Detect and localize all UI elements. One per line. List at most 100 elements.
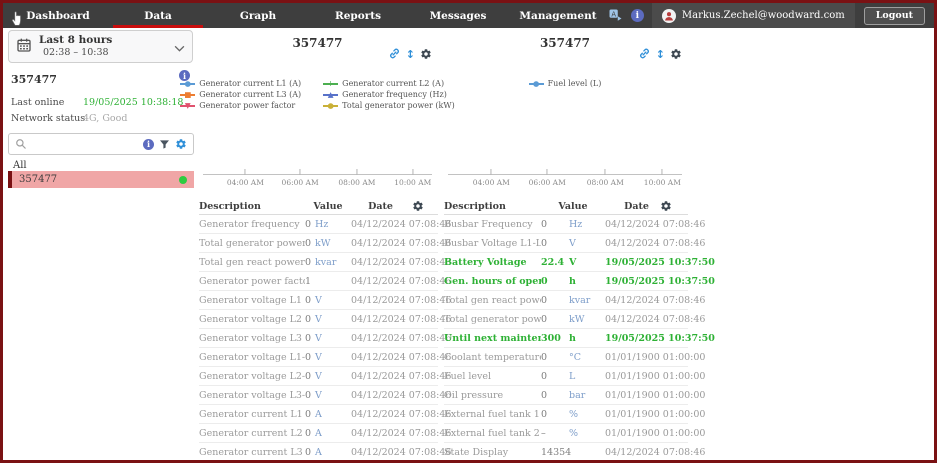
legend-item[interactable]: ● Total generator power (kW) [323,100,455,111]
date-range-picker[interactable]: Last 8 hours 02:38 – 10:38 [8,30,193,63]
legend-marker-icon: ▼ [180,101,195,110]
table-row: External fuel tank 1 0 % 01/01/1900 01:0… [444,405,688,424]
link-icon[interactable] [638,45,651,64]
chart-panel-2: 357477 ↕ ● Fuel level (L) [442,30,688,460]
svg-text:A: A [611,10,616,18]
nav-tab[interactable]: Data [108,3,208,28]
table-row: Generator power factor 1 04/12/2024 07:0… [199,272,438,291]
nav-tab[interactable]: Messages [408,3,508,28]
x-axis-tick: 08:00 AM [587,169,624,187]
last-online-value: 19/05/2025 10:38:18 [83,97,183,108]
legend-item[interactable]: + Generator current L2 (A) [323,78,455,89]
table-body: Generator frequency 0Hz 04/12/2024 07:08… [199,215,438,462]
table-row: Generator voltage L2 – L3 0V 04/12/2024 … [199,310,438,329]
table-row: Gen. hours of operation 0 h 19/05/2025 1… [444,272,688,291]
nav-tab-label: Graph [240,10,276,22]
table-row: Generator voltage L3-N 0V 04/12/2024 07:… [199,386,438,405]
legend-marker-icon: + [323,79,338,88]
table-body: Busbar Frequency 0 Hz 04/12/2024 07:08:4… [444,215,688,462]
chart-gear-icon[interactable] [420,45,432,64]
table-row: External fuel tank 2 – % 01/01/1900 01:0… [444,424,688,443]
table-row: Oil pressure 0 bar 01/01/1900 01:00:00 [444,386,688,405]
expand-icon[interactable]: ↕ [406,49,415,60]
x-axis-tick: 06:00 AM [529,169,566,187]
range-title: Last 8 hours [39,34,167,47]
table-gear-icon[interactable] [412,200,424,215]
legend-item[interactable]: ■ Generator current L3 (A) [180,89,301,100]
search-gear-icon[interactable] [175,138,187,150]
nav-tab[interactable]: Graph [208,3,308,28]
table-row: Fuel level 0 L 01/01/1900 01:00:00 [444,367,688,386]
table-row: Total gen react power 0kvar 04/12/2024 0… [199,253,438,272]
legend-item[interactable]: ▲ Generator frequency (Hz) [323,89,455,100]
nav-tabs: Dashboard Data Graph Reports Messages [3,3,608,28]
legend-item[interactable]: ● Generator current L1 (A) [180,78,301,89]
online-status-dot [179,176,187,184]
x-axis-tick: 06:00 AM [282,169,319,187]
table-row: Generator voltage L2-N 0V 04/12/2024 07:… [199,367,438,386]
nav-right-cluster: A i Markus.Zechel@woodward.com Logout [608,3,934,28]
legend-item[interactable]: ● Fuel level (L) [529,78,602,89]
col-description: Description [199,201,305,212]
chart-legend: ● Generator current L1 (A) ■ Generator c… [197,78,438,111]
legend-label: Generator current L2 (A) [342,79,444,88]
legend-marker-icon: ● [180,79,195,88]
table-header: Description Value Date [444,198,688,215]
device-search: i [8,133,194,155]
network-status-value: 4G, Good [83,113,127,124]
nav-tab[interactable]: Management [508,3,608,28]
col-description: Description [444,201,541,212]
table-row: Busbar Frequency 0 Hz 04/12/2024 07:08:4… [444,215,688,234]
user-account[interactable]: Markus.Zechel@woodward.com [652,3,855,28]
chevron-down-icon [174,37,185,56]
table-row: Total generator power 0 kW 04/12/2024 07… [444,310,688,329]
nav-tab-label: Data [144,10,172,22]
data-table-1: Description Value Date Generator frequen… [199,198,438,462]
chart-legend: ● Fuel level (L) [442,78,688,111]
table-row: Generator voltage L3 – L1 0V 04/12/2024 … [199,329,438,348]
table-row: State Display 14354 04/12/2024 07:08:46 [444,443,688,462]
search-input[interactable] [32,139,138,150]
nav-tab[interactable]: Reports [308,3,408,28]
device-list: 357477 [8,171,194,188]
legend-marker-icon: ● [529,79,544,88]
table-header: Description Value Date [199,198,438,215]
device-list-item[interactable]: 357477 [8,171,194,188]
legend-label: Generator power factor [199,101,295,110]
logout-button[interactable]: Logout [864,7,925,25]
search-icon [15,135,27,154]
expand-icon[interactable]: ↕ [656,49,665,60]
chart-gear-icon[interactable] [670,45,682,64]
user-email: Markus.Zechel@woodward.com [682,10,845,21]
nav-tab-label: Reports [335,10,381,22]
table-row: Generator current L3 0A 04/12/2024 07:08… [199,443,438,462]
network-status-label: Network status [11,113,85,124]
app-window: Dashboard Data Graph Reports Messages [0,0,937,463]
table-gear-icon[interactable] [660,200,672,215]
legend-item[interactable]: ▼ Generator power factor [180,100,301,111]
legend-marker-icon: ■ [180,90,195,99]
table-row: Generator current L1 0A 04/12/2024 07:08… [199,405,438,424]
filter-icon[interactable] [159,139,170,150]
table-row: Busbar Voltage L1-L2 0 V 04/12/2024 07:0… [444,234,688,253]
device-list-item-label: 357477 [19,174,57,185]
device-title: 357477 [11,73,57,86]
legend-marker-icon: ▲ [323,90,338,99]
x-axis-tick: 10:00 AM [644,169,681,187]
avatar-icon [662,9,676,23]
legend-label: Fuel level (L) [548,79,602,88]
search-info-icon[interactable]: i [143,139,154,150]
calendar-icon [16,37,32,57]
info-icon[interactable]: i [631,9,644,22]
table-row: Total generator power 0kW 04/12/2024 07:… [199,234,438,253]
col-date: Date [337,201,424,212]
data-table-2: Description Value Date Busbar Frequency … [444,198,688,462]
table-row: Generator voltage L1-N 0V 04/12/2024 07:… [199,348,438,367]
link-icon[interactable] [388,45,401,64]
x-axis-tick: 04:00 AM [473,169,510,187]
legend-label: Generator current L1 (A) [199,79,301,88]
translate-icon[interactable]: A [608,8,623,23]
table-row: Coolant temperature 0 °C 01/01/1900 01:0… [444,348,688,367]
legend-label: Generator current L3 (A) [199,90,301,99]
table-row: Generator current L2 0A 04/12/2024 07:08… [199,424,438,443]
